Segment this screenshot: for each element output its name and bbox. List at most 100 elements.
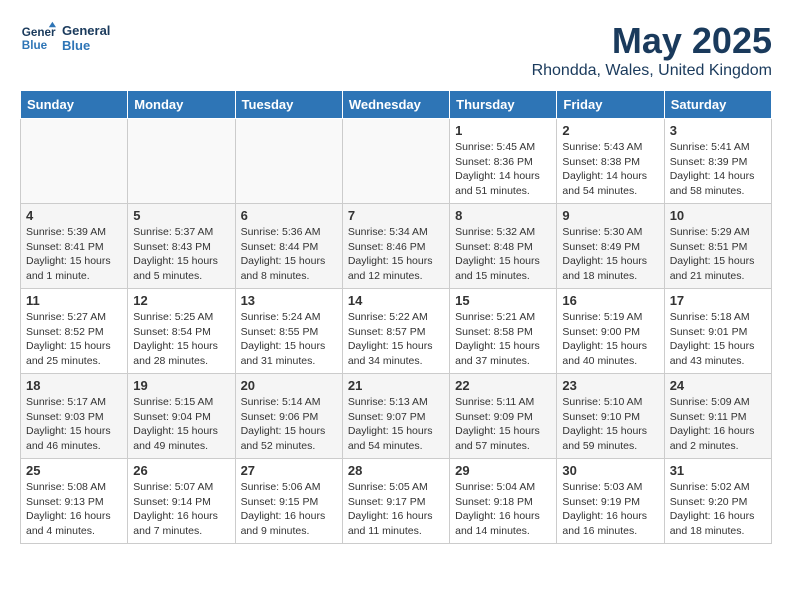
day-info: Sunrise: 5:02 AM Sunset: 9:20 PM Dayligh… — [670, 480, 766, 539]
day-number: 25 — [26, 463, 122, 478]
day-info: Sunrise: 5:37 AM Sunset: 8:43 PM Dayligh… — [133, 225, 229, 284]
title-block: May 2025 Rhondda, Wales, United Kingdom — [532, 20, 772, 80]
calendar-cell — [235, 119, 342, 204]
calendar-cell: 3 Sunrise: 5:41 AM Sunset: 8:39 PM Daylig… — [664, 119, 771, 204]
calendar-cell: 8Sunrise: 5:32 AM Sunset: 8:48 PM Daylig… — [450, 204, 557, 289]
day-info: Sunrise: 5:24 AM Sunset: 8:55 PM Dayligh… — [241, 310, 337, 369]
calendar-cell: 22Sunrise: 5:11 AM Sunset: 9:09 PM Dayli… — [450, 374, 557, 459]
day-number: 5 — [133, 208, 229, 223]
calendar-cell: 28 Sunrise: 5:05 AM Sunset: 9:17 PM Dayli… — [342, 459, 449, 544]
calendar-cell — [128, 119, 235, 204]
calendar-cell: 21 Sunrise: 5:13 AM Sunset: 9:07 PM Dayli… — [342, 374, 449, 459]
weekday-header-monday: Monday — [128, 91, 235, 119]
calendar-cell: 1Sunrise: 5:45 AM Sunset: 8:36 PM Daylig… — [450, 119, 557, 204]
logo-line2: Blue — [62, 38, 110, 53]
month-year: May 2025 — [532, 20, 772, 62]
weekday-header-saturday: Saturday — [664, 91, 771, 119]
day-number: 7 — [348, 208, 444, 223]
day-info: Sunrise: 5:27 AM Sunset: 8:52 PM Dayligh… — [26, 310, 122, 369]
day-number: 26 — [133, 463, 229, 478]
day-number: 3 — [670, 123, 766, 138]
day-info: Sunrise: 5:15 AM Sunset: 9:04 PM Dayligh… — [133, 395, 229, 454]
calendar-cell: 11 Sunrise: 5:27 AM Sunset: 8:52 PM Dayli… — [21, 289, 128, 374]
day-info: Sunrise: 5:30 AM Sunset: 8:49 PM Dayligh… — [562, 225, 658, 284]
day-info: Sunrise: 5:29 AM Sunset: 8:51 PM Dayligh… — [670, 225, 766, 284]
day-number: 29 — [455, 463, 551, 478]
day-info: Sunrise: 5:32 AM Sunset: 8:48 PM Dayligh… — [455, 225, 551, 284]
day-number: 19 — [133, 378, 229, 393]
calendar-cell: 16 Sunrise: 5:19 AM Sunset: 9:00 PM Dayli… — [557, 289, 664, 374]
day-number: 1 — [455, 123, 551, 138]
day-number: 11 — [26, 293, 122, 308]
weekday-header-tuesday: Tuesday — [235, 91, 342, 119]
calendar-cell: 12 Sunrise: 5:25 AM Sunset: 8:54 PM Dayli… — [128, 289, 235, 374]
day-info: Sunrise: 5:03 AM Sunset: 9:19 PM Dayligh… — [562, 480, 658, 539]
day-number: 12 — [133, 293, 229, 308]
day-number: 15 — [455, 293, 551, 308]
logo-icon: General Blue — [20, 20, 56, 56]
day-info: Sunrise: 5:08 AM Sunset: 9:13 PM Dayligh… — [26, 480, 122, 539]
day-info: Sunrise: 5:05 AM Sunset: 9:17 PM Dayligh… — [348, 480, 444, 539]
day-info: Sunrise: 5:39 AM Sunset: 8:41 PM Dayligh… — [26, 225, 122, 284]
calendar-cell — [342, 119, 449, 204]
weekday-header-thursday: Thursday — [450, 91, 557, 119]
week-row-5: 25 Sunrise: 5:08 AM Sunset: 9:13 PM Dayli… — [21, 459, 772, 544]
day-info: Sunrise: 5:10 AM Sunset: 9:10 PM Dayligh… — [562, 395, 658, 454]
calendar-cell: 13 Sunrise: 5:24 AM Sunset: 8:55 PM Dayli… — [235, 289, 342, 374]
day-number: 14 — [348, 293, 444, 308]
weekday-header-wednesday: Wednesday — [342, 91, 449, 119]
calendar-cell: 5 Sunrise: 5:37 AM Sunset: 8:43 PM Daylig… — [128, 204, 235, 289]
calendar-cell: 23Sunrise: 5:10 AM Sunset: 9:10 PM Dayli… — [557, 374, 664, 459]
day-number: 9 — [562, 208, 658, 223]
week-row-1: 1Sunrise: 5:45 AM Sunset: 8:36 PM Daylig… — [21, 119, 772, 204]
calendar-cell: 7 Sunrise: 5:34 AM Sunset: 8:46 PM Daylig… — [342, 204, 449, 289]
day-number: 2 — [562, 123, 658, 138]
day-info: Sunrise: 5:06 AM Sunset: 9:15 PM Dayligh… — [241, 480, 337, 539]
calendar-cell — [21, 119, 128, 204]
day-info: Sunrise: 5:18 AM Sunset: 9:01 PM Dayligh… — [670, 310, 766, 369]
day-info: Sunrise: 5:25 AM Sunset: 8:54 PM Dayligh… — [133, 310, 229, 369]
day-info: Sunrise: 5:41 AM Sunset: 8:39 PM Dayligh… — [670, 140, 766, 199]
week-row-4: 18Sunrise: 5:17 AM Sunset: 9:03 PM Dayli… — [21, 374, 772, 459]
weekday-header-sunday: Sunday — [21, 91, 128, 119]
calendar-cell: 6 Sunrise: 5:36 AM Sunset: 8:44 PM Daylig… — [235, 204, 342, 289]
day-info: Sunrise: 5:21 AM Sunset: 8:58 PM Dayligh… — [455, 310, 551, 369]
day-info: Sunrise: 5:34 AM Sunset: 8:46 PM Dayligh… — [348, 225, 444, 284]
day-number: 13 — [241, 293, 337, 308]
calendar-cell: 30Sunrise: 5:03 AM Sunset: 9:19 PM Dayli… — [557, 459, 664, 544]
weekday-header-friday: Friday — [557, 91, 664, 119]
day-info: Sunrise: 5:36 AM Sunset: 8:44 PM Dayligh… — [241, 225, 337, 284]
day-number: 10 — [670, 208, 766, 223]
calendar-cell: 20Sunrise: 5:14 AM Sunset: 9:06 PM Dayli… — [235, 374, 342, 459]
calendar-cell: 25 Sunrise: 5:08 AM Sunset: 9:13 PM Dayli… — [21, 459, 128, 544]
day-info: Sunrise: 5:43 AM Sunset: 8:38 PM Dayligh… — [562, 140, 658, 199]
day-number: 24 — [670, 378, 766, 393]
svg-text:Blue: Blue — [22, 39, 48, 52]
calendar-cell: 26 Sunrise: 5:07 AM Sunset: 9:14 PM Dayli… — [128, 459, 235, 544]
day-number: 21 — [348, 378, 444, 393]
day-number: 16 — [562, 293, 658, 308]
week-row-2: 4Sunrise: 5:39 AM Sunset: 8:41 PM Daylig… — [21, 204, 772, 289]
day-number: 28 — [348, 463, 444, 478]
calendar-cell: 4Sunrise: 5:39 AM Sunset: 8:41 PM Daylig… — [21, 204, 128, 289]
day-info: Sunrise: 5:19 AM Sunset: 9:00 PM Dayligh… — [562, 310, 658, 369]
day-info: Sunrise: 5:07 AM Sunset: 9:14 PM Dayligh… — [133, 480, 229, 539]
calendar-cell: 18Sunrise: 5:17 AM Sunset: 9:03 PM Dayli… — [21, 374, 128, 459]
calendar-cell: 24Sunrise: 5:09 AM Sunset: 9:11 PM Dayli… — [664, 374, 771, 459]
calendar-cell: 2 Sunrise: 5:43 AM Sunset: 8:38 PM Daylig… — [557, 119, 664, 204]
calendar-cell: 29Sunrise: 5:04 AM Sunset: 9:18 PM Dayli… — [450, 459, 557, 544]
calendar-cell: 19 Sunrise: 5:15 AM Sunset: 9:04 PM Dayli… — [128, 374, 235, 459]
day-info: Sunrise: 5:14 AM Sunset: 9:06 PM Dayligh… — [241, 395, 337, 454]
calendar-cell: 14Sunrise: 5:22 AM Sunset: 8:57 PM Dayli… — [342, 289, 449, 374]
location: Rhondda, Wales, United Kingdom — [532, 62, 772, 80]
calendar-cell: 10 Sunrise: 5:29 AM Sunset: 8:51 PM Dayli… — [664, 204, 771, 289]
day-info: Sunrise: 5:13 AM Sunset: 9:07 PM Dayligh… — [348, 395, 444, 454]
logo: General Blue General Blue — [20, 20, 110, 56]
week-row-3: 11 Sunrise: 5:27 AM Sunset: 8:52 PM Dayli… — [21, 289, 772, 374]
day-number: 18 — [26, 378, 122, 393]
weekday-header-row: SundayMondayTuesdayWednesdayThursdayFrid… — [21, 91, 772, 119]
calendar-cell: 15 Sunrise: 5:21 AM Sunset: 8:58 PM Dayli… — [450, 289, 557, 374]
calendar-cell: 9 Sunrise: 5:30 AM Sunset: 8:49 PM Daylig… — [557, 204, 664, 289]
calendar-cell: 31Sunrise: 5:02 AM Sunset: 9:20 PM Dayli… — [664, 459, 771, 544]
day-number: 6 — [241, 208, 337, 223]
